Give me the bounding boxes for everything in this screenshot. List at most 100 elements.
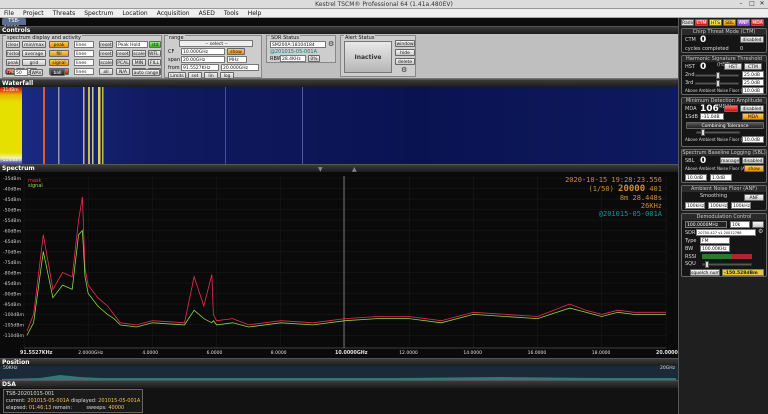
demod-type-select[interactable]: FM xyxy=(700,237,730,244)
average-reset-button[interactable]: reset xyxy=(99,50,113,57)
average-lines-select[interactable]: lines xyxy=(74,50,94,57)
log-button[interactable]: log xyxy=(220,72,234,79)
show-button[interactable]: show xyxy=(227,48,245,55)
demod-gear-icon[interactable]: ⚙ xyxy=(758,228,763,235)
hst-above-value[interactable]: 10.0dB xyxy=(742,87,764,94)
sbl-state-button[interactable]: disabled xyxy=(742,157,764,164)
mid-scale-button[interactable]: scale xyxy=(132,50,146,57)
range-preset-select[interactable]: -- select -- xyxy=(179,40,253,47)
cf-input[interactable]: 10.000GHz xyxy=(181,48,225,55)
peak-reset-button[interactable]: reset xyxy=(99,41,113,48)
menu-acquisition[interactable]: Acquisition xyxy=(157,9,190,17)
settings-gear-icon[interactable]: ⚙ xyxy=(401,66,407,74)
mda-sub-value[interactable]: -31.0dB xyxy=(700,113,724,120)
anf-value-2[interactable]: 100kHz xyxy=(708,202,728,209)
clear-button[interactable]: clear xyxy=(6,41,20,48)
menu-file[interactable]: File xyxy=(4,9,14,17)
delete-button[interactable]: delete xyxy=(395,58,415,65)
signal-lines-select[interactable]: lines xyxy=(74,59,94,66)
hst-third-knob[interactable] xyxy=(716,80,720,87)
demod-step-field[interactable]: 10k xyxy=(730,221,750,228)
from-input[interactable]: 91.5527KHz xyxy=(181,64,219,71)
grid-button[interactable]: grid xyxy=(22,59,46,66)
menu-location[interactable]: Location xyxy=(122,9,147,17)
wfl-bg-button[interactable]: WFL BG xyxy=(148,50,161,57)
span-input[interactable]: 20.00GHz xyxy=(181,56,225,63)
menu-spectrum[interactable]: Spectrum xyxy=(84,9,113,17)
mda-button[interactable]: MDA xyxy=(742,113,764,120)
hst-third-slider[interactable] xyxy=(695,80,739,87)
gear-icon[interactable]: ⚙ xyxy=(328,40,334,48)
demod-sdr-field[interactable]: 20750-427 v1 20012768 xyxy=(696,229,756,236)
mda-state-button[interactable]: disabled xyxy=(740,105,764,112)
trace-lines-select[interactable]: lines xyxy=(74,68,94,75)
menu-project[interactable]: Project xyxy=(23,9,44,17)
demod-freq-field[interactable]: 100.0000MHz xyxy=(685,221,727,228)
session-tab[interactable]: TSB-20201... xyxy=(2,18,26,31)
signal-button[interactable]: signal xyxy=(49,59,69,66)
mda-knob[interactable] xyxy=(701,129,705,136)
auto-range-button[interactable]: auto range xyxy=(132,69,160,76)
pcal-button[interactable]: PCAL xyxy=(116,59,130,66)
history-button[interactable]: history xyxy=(6,50,20,57)
peak-mode-select[interactable]: Peak Hold xyxy=(116,41,148,48)
demod-step-button[interactable] xyxy=(752,221,764,228)
maximize-icon[interactable]: □ xyxy=(747,0,757,8)
fill-button[interactable]: fill xyxy=(49,50,69,57)
hst-second-value[interactable]: 25.0dB xyxy=(742,71,764,78)
fill2-button[interactable]: FILL xyxy=(148,59,161,66)
tab-sbl[interactable]: SBL xyxy=(723,19,736,26)
mda-slider[interactable] xyxy=(696,129,740,136)
hst-second-knob[interactable] xyxy=(716,72,720,79)
rbw-unit[interactable]: 0% xyxy=(308,55,320,62)
scale-button[interactable]: scale xyxy=(99,59,113,66)
tab-hts[interactable]: HTS xyxy=(709,19,722,26)
hst-third-value[interactable]: 25.0dB xyxy=(742,79,764,86)
rbw-input[interactable]: 28.4KHz xyxy=(280,55,306,62)
min-button[interactable]: MIN xyxy=(132,59,146,66)
ctm-state-button[interactable]: disabled xyxy=(740,36,764,43)
wav-button[interactable]: WAV xyxy=(30,69,43,76)
window-button[interactable]: window xyxy=(395,40,415,47)
sbl-show-button[interactable]: show xyxy=(744,165,764,172)
sbl-value-1[interactable]: 10.0dB xyxy=(685,174,707,181)
minimize-icon[interactable]: – xyxy=(736,0,746,8)
lin-value-field[interactable]: 50 xyxy=(14,69,28,76)
hst-ctm-button[interactable]: CTM xyxy=(744,63,762,70)
na-button[interactable]: N/A xyxy=(116,68,130,75)
tab-anf[interactable]: ANF xyxy=(737,19,750,26)
demod-squ-slider[interactable] xyxy=(702,261,752,268)
menu-ased[interactable]: ASED xyxy=(199,9,215,17)
minmax-button[interactable]: min/max xyxy=(22,41,46,48)
to-input[interactable]: 20.000GHz xyxy=(221,64,259,71)
position-overview[interactable]: 50KHz 20GHz xyxy=(0,366,678,380)
close-icon[interactable]: ✕ xyxy=(757,0,767,8)
demod-bw-field[interactable]: 100.00KHz xyxy=(700,245,730,252)
lin-button[interactable]: lin xyxy=(204,72,218,79)
tab-mda[interactable]: MDA xyxy=(751,19,764,26)
hide-button[interactable]: hide xyxy=(395,49,415,56)
peak-button[interactable]: peak xyxy=(49,41,69,48)
peak2-button[interactable]: peak xyxy=(6,59,20,66)
waterfall-display[interactable] xyxy=(0,87,678,164)
hst-second-slider[interactable] xyxy=(695,72,739,79)
all-button[interactable]: all xyxy=(99,68,113,75)
anf-button[interactable]: ANF xyxy=(744,194,764,201)
hst-mode-button[interactable]: HST xyxy=(724,63,742,70)
anf-value-1[interactable]: 100kHz xyxy=(685,202,705,209)
ball-button[interactable]: ball xyxy=(50,69,65,76)
tab-radio[interactable]: Radio xyxy=(681,19,694,26)
set-button[interactable]: set xyxy=(188,72,202,79)
spectrum-display[interactable]: -35dBm -40dBm -45dBm -50dBm -55dBm -60dBm -65d… xyxy=(0,172,689,358)
span-unit-field[interactable]: MHz xyxy=(227,56,247,63)
menu-threats[interactable]: Threats xyxy=(53,9,76,17)
combining-tolerance-button[interactable]: Combining Tolerance xyxy=(686,122,764,129)
tab-ctm[interactable]: CTM xyxy=(695,19,708,26)
sbl-value-2[interactable]: 1.0dB xyxy=(710,174,732,181)
limits-button[interactable]: Limits xyxy=(168,72,186,79)
squelch-button[interactable]: squelch num xyxy=(690,269,720,276)
average-button[interactable]: average xyxy=(22,50,46,57)
anf-value-3[interactable]: 100kHz xyxy=(731,202,751,209)
std-button[interactable]: std xyxy=(149,41,161,48)
menu-tools[interactable]: Tools xyxy=(224,9,239,17)
